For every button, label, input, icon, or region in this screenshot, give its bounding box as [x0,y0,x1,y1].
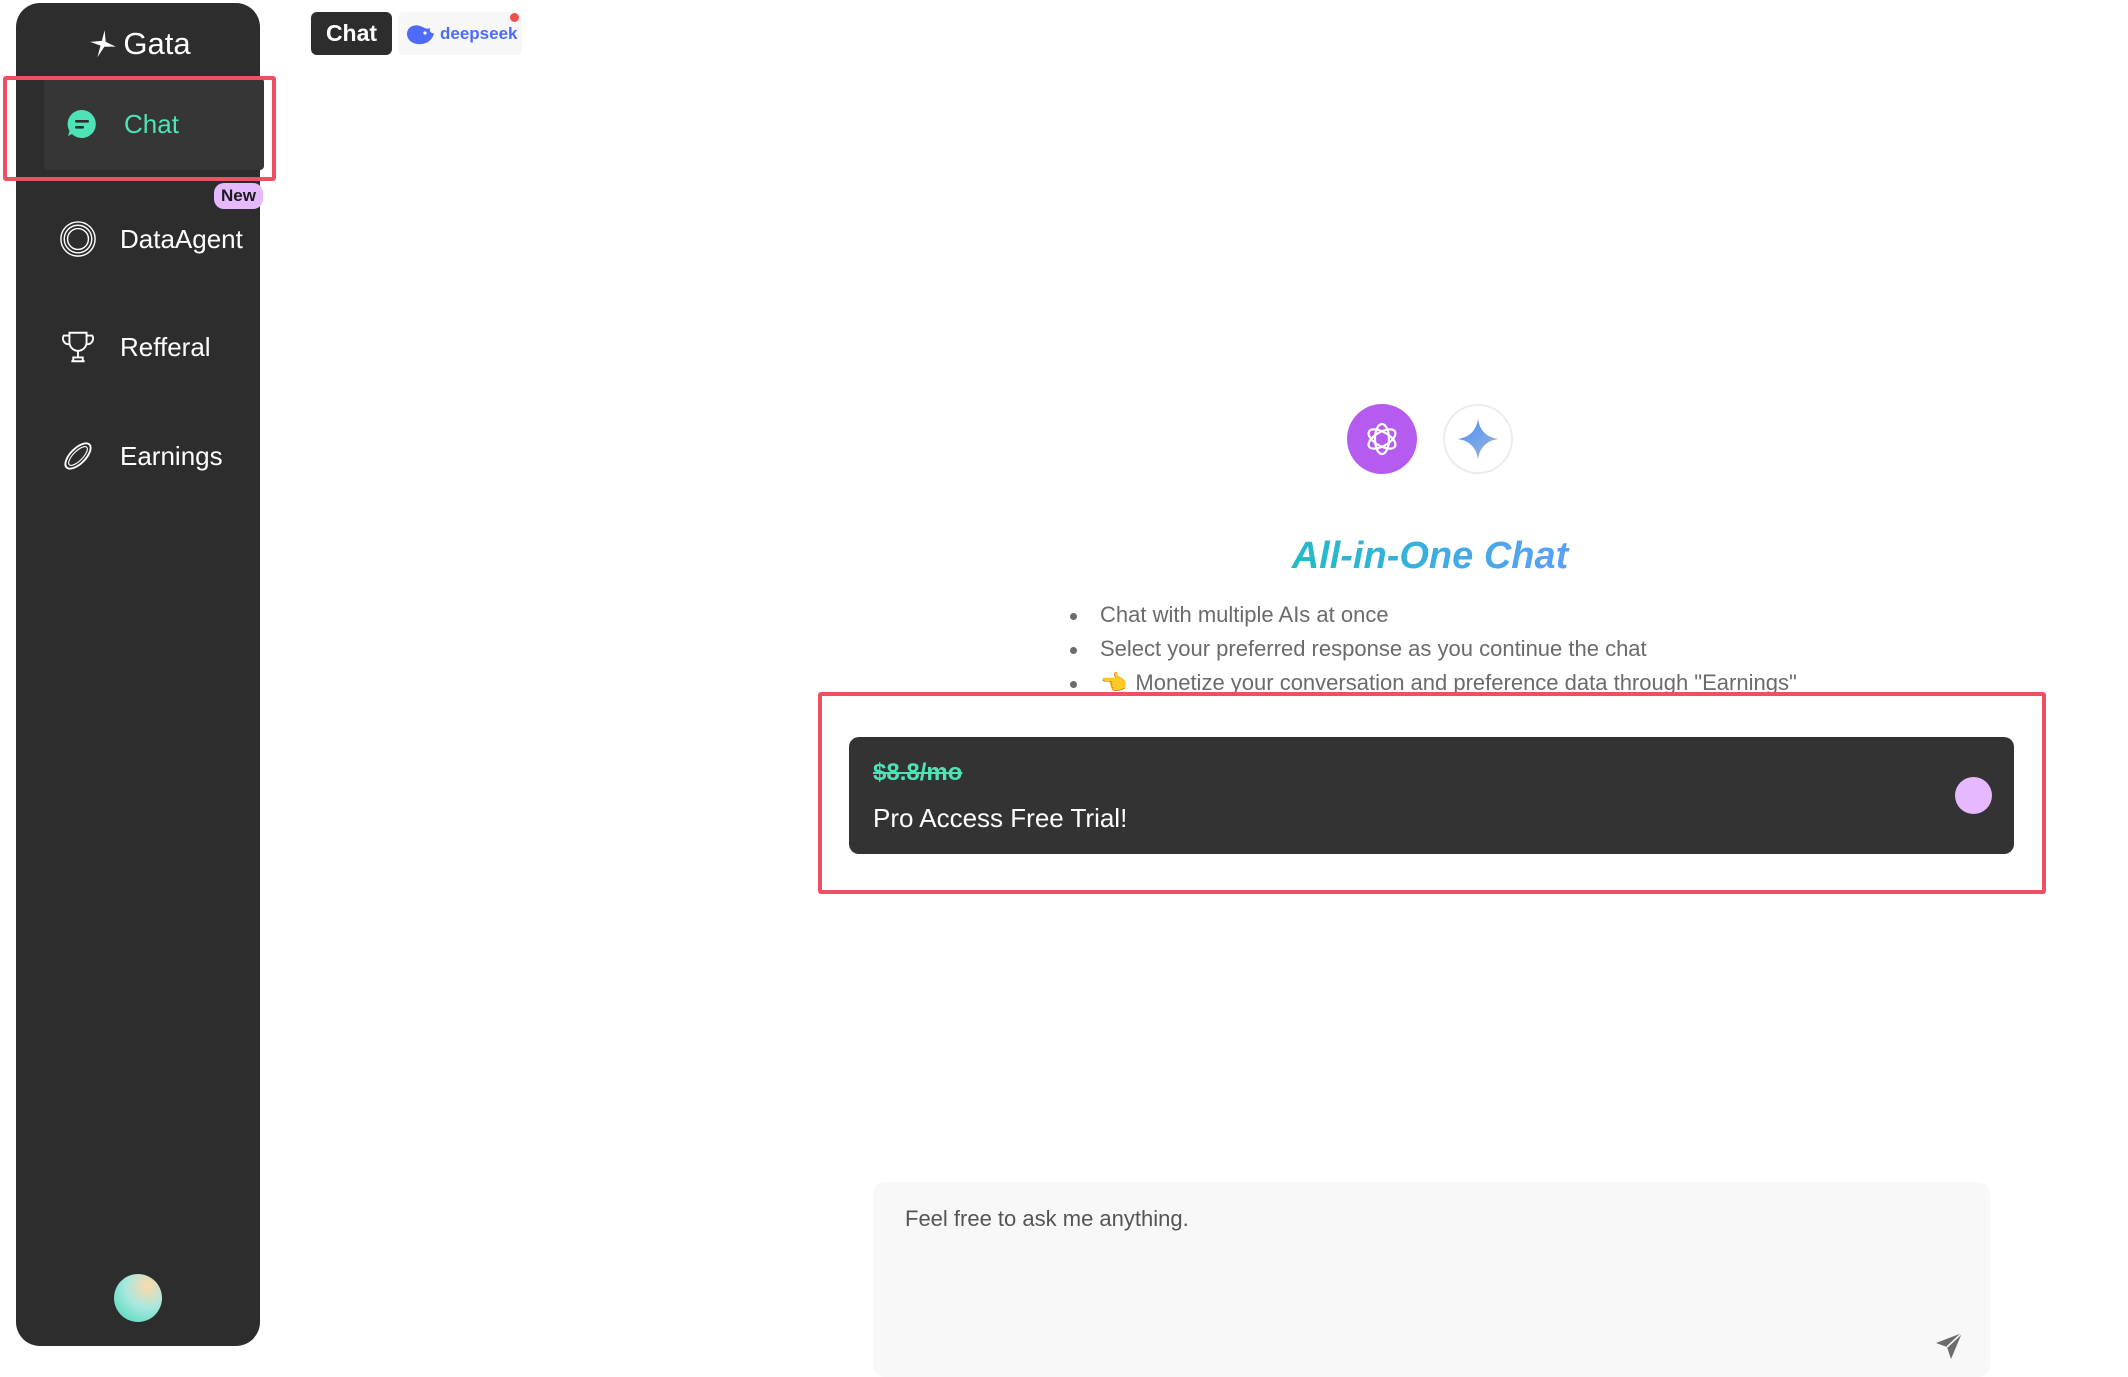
chat-input[interactable] [903,1204,1903,1324]
openai-icon [1367,422,1397,456]
notification-dot [510,13,519,22]
sidebar-item-label: Refferal [120,331,211,362]
chat-input-box [873,1182,1990,1377]
sidebar-item-dataagent[interactable]: DataAgent [28,193,248,285]
highlight-box-chat [3,76,276,181]
avatar[interactable] [114,1274,162,1322]
sidebar-item-earnings[interactable]: Earnings [28,410,248,502]
hero-title: All-in-One Chat [1100,535,1760,578]
promo-text: Pro Access Free Trial! [873,803,1128,833]
sidebar-item-label: DataAgent [120,223,243,254]
data-agent-ring-icon [58,219,98,259]
send-button[interactable] [1933,1330,1965,1362]
sidebar-item-label: Earnings [120,440,223,471]
brand-logo[interactable]: Gata [16,21,260,67]
list-item: Chat with multiple AIs at once [1070,598,1940,632]
tab-deepseek[interactable]: deepseek [398,12,522,55]
tab-chat[interactable]: Chat [311,12,392,55]
deepseek-label: deepseek [440,23,518,43]
trophy-icon [58,327,98,367]
promo-card[interactable]: $8.8/mo Pro Access Free Trial! [849,737,2014,854]
feature-text: Monetize your conversation and preferenc… [1135,670,1797,694]
old-price: $8.8/mo [873,759,963,786]
openai-logo [1347,404,1417,474]
feature-list: Chat with multiple AIs at once Select yo… [1060,598,1940,694]
promo-toggle[interactable] [1955,777,1992,814]
sidebar: Gata Chat DataAgent New Refferal Earning… [16,3,264,1346]
gemini-sparkle-icon [1457,418,1499,460]
feature-text: Chat with multiple AIs at once [1100,602,1389,627]
gata-spark-icon [90,30,117,58]
pointing-hand-emoji: 👈 [1100,670,1128,694]
new-badge: New [214,183,263,209]
brand-name: Gata [123,26,191,61]
gemini-logo [1443,404,1513,474]
coin-icon [58,436,98,476]
feature-text: Select your preferred response as you co… [1100,636,1647,661]
send-icon [1936,1332,1963,1359]
sidebar-item-refferal[interactable]: Refferal [28,301,248,393]
list-item: Select your preferred response as you co… [1070,632,1940,666]
deepseek-whale-icon [407,24,434,44]
list-item: 👈 Monetize your conversation and preferen… [1070,666,1940,694]
